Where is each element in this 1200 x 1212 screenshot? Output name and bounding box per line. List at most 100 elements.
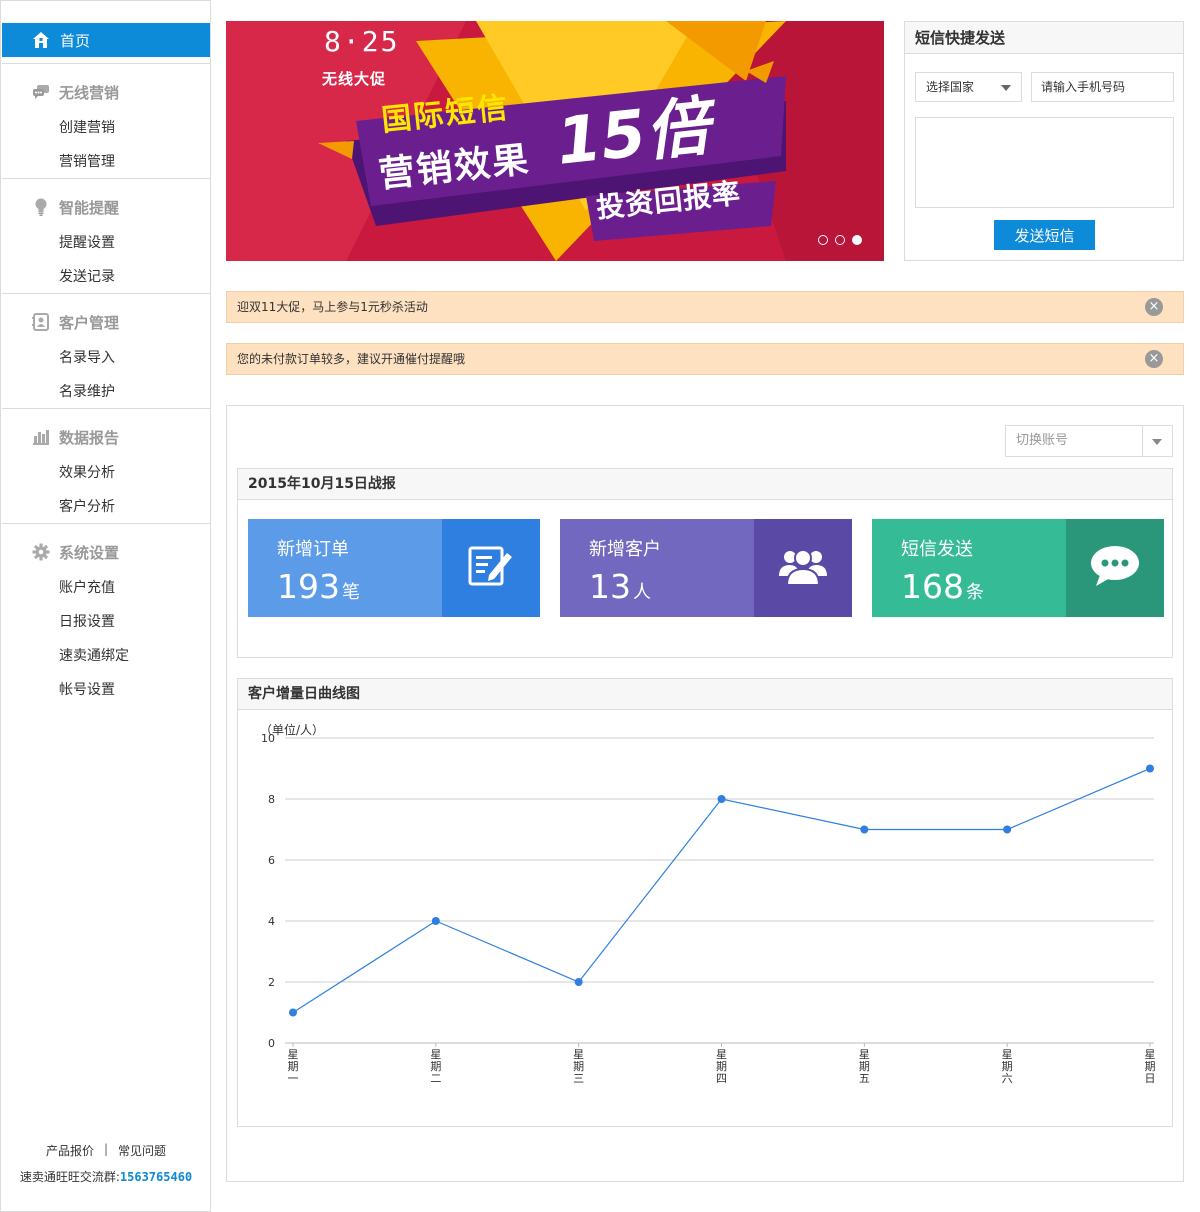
carousel-dots: [818, 235, 862, 245]
stat-value: 13: [589, 567, 631, 606]
stat-value: 168: [901, 567, 964, 606]
nav-group-head[interactable]: 无线营销: [2, 74, 210, 110]
data-point: [431, 917, 440, 925]
stat-card-body: 新增订单 193 笔: [248, 519, 442, 617]
country-select[interactable]: 选择国家: [915, 72, 1022, 102]
nav-group-data-report: 数据报告 效果分析 客户分析: [2, 408, 210, 523]
stat-card-customers[interactable]: 新增客户 13 人: [560, 519, 852, 617]
banner-date: 8·25: [324, 25, 400, 58]
stat-label: 新增订单: [277, 539, 349, 560]
nav-group-title: 智能提醒: [59, 198, 120, 217]
sms-quick-send-panel: 短信快捷发送 选择国家 发送短信: [904, 21, 1184, 261]
y-tick-label: 0: [268, 1037, 275, 1050]
nav-group-head[interactable]: 客户管理: [2, 304, 210, 340]
dashboard-panel: 切换账号 2015年10月15日战报 新增订单 193笔 新增客户 13人: [226, 405, 1184, 1182]
sidebar-item-list-import[interactable]: 名录导入: [2, 340, 210, 374]
nav-group-head[interactable]: 智能提醒: [2, 189, 210, 225]
stat-card-body: 短信发送 168 条: [872, 519, 1066, 617]
daily-report-box: 2015年10月15日战报 新增订单 193 笔 新增客户 13 人 短信发送 …: [237, 468, 1173, 658]
notice-text: 您的未付款订单较多，建议开通催付提醒哦: [237, 352, 466, 366]
group-number: 1563765460: [119, 1170, 193, 1184]
phone-input[interactable]: [1031, 72, 1174, 102]
data-point: [1003, 825, 1012, 834]
chevron-down-icon: [1001, 85, 1011, 91]
send-sms-button[interactable]: 发送短信: [994, 220, 1095, 250]
x-tick-label-char: 四: [716, 1072, 727, 1085]
stat-unit: 条: [966, 582, 984, 603]
sms-panel-title: 短信快捷发送: [905, 22, 1183, 54]
stat-icon-box: [754, 519, 852, 617]
sidebar-item-list-maintain[interactable]: 名录维护: [2, 374, 210, 408]
stat-card-sms[interactable]: 短信发送 168 条: [872, 519, 1164, 617]
data-point: [1146, 764, 1154, 773]
stat-unit: 笔: [342, 582, 360, 603]
data-point: [574, 978, 583, 986]
account-switch-placeholder: 切换账号: [1016, 433, 1069, 448]
sidebar-item-aliexpress-bind[interactable]: 速卖通绑定: [2, 638, 210, 672]
gear-icon: [32, 543, 50, 561]
nav-group-system-settings: 系统设置 账户充值 日报设置 速卖通绑定 帐号设置: [2, 523, 210, 706]
data-point: [717, 795, 726, 803]
nav-group-head[interactable]: 系统设置: [2, 534, 210, 570]
sidebar-item-account-settings[interactable]: 帐号设置: [2, 672, 210, 706]
y-tick-label: 2: [268, 976, 275, 989]
carousel-dot-active[interactable]: [852, 235, 862, 245]
nav-group-customer-manage: 客户管理 名录导入 名录维护: [2, 293, 210, 408]
stat-card-orders[interactable]: 新增订单 193 笔: [248, 519, 540, 617]
chat-bubbles-icon: [32, 83, 50, 101]
customer-growth-chart-box: 客户增量日曲线图 （单位/人） 0 2 4 6 8 10 星期一星期二星期三星期四星期五星期…: [237, 678, 1173, 1127]
sidebar-item-send-records[interactable]: 发送记录: [2, 259, 210, 293]
nav-group-title: 无线营销: [59, 83, 120, 102]
group-label: 速卖通旺旺交流群:: [19, 1170, 120, 1184]
carousel-dot[interactable]: [835, 235, 845, 245]
carousel-dot[interactable]: [818, 235, 828, 245]
stat-value-row: 168 条: [901, 569, 1066, 611]
sidebar: 首页 无线营销 创建营销 营销管理 智能提醒 提醒设置 发送记录 客户管理 名录…: [0, 0, 211, 1212]
bar-chart-icon: [32, 428, 50, 446]
nav-group-title: 客户管理: [59, 313, 120, 332]
nav-group-title: 数据报告: [59, 428, 120, 447]
stat-icon-box: [1066, 519, 1164, 617]
nav-group-head[interactable]: 数据报告: [2, 419, 210, 455]
x-tick-label-char: 三: [573, 1072, 584, 1085]
banner-multiplier: 15倍: [553, 90, 714, 180]
users-group-icon: [778, 546, 828, 590]
sidebar-item-reminder-settings[interactable]: 提醒设置: [2, 225, 210, 259]
nav-group-title: 系统设置: [59, 543, 120, 562]
faq-link[interactable]: 常见问题: [118, 1142, 166, 1159]
close-icon[interactable]: ×: [1145, 350, 1163, 368]
nav-home[interactable]: 首页: [2, 23, 210, 57]
pricing-link[interactable]: 产品报价: [46, 1142, 94, 1159]
stat-label: 新增客户: [589, 539, 661, 560]
chevron-down-icon: [1152, 439, 1162, 445]
nav-group-wireless-marketing: 无线营销 创建营销 营销管理: [2, 63, 210, 178]
sidebar-item-create-marketing[interactable]: 创建营销: [2, 110, 210, 144]
x-tick-label-char: 六: [1002, 1072, 1013, 1085]
y-tick-label: 6: [268, 854, 275, 867]
banner-promo-label: 无线大促: [322, 70, 387, 88]
sidebar-item-marketing-manage[interactable]: 营销管理: [2, 144, 210, 178]
chat-bubble-icon: [1090, 545, 1140, 591]
x-tick-label-char: 一: [288, 1072, 299, 1085]
y-tick-label: 4: [268, 915, 275, 928]
promo-banner[interactable]: 8·25 无线大促 国际短信 营销效果 15倍 投资回报率: [226, 21, 884, 261]
stat-card-body: 新增客户 13 人: [560, 519, 754, 617]
data-point: [289, 1008, 297, 1017]
sms-message-textarea[interactable]: [915, 117, 1174, 208]
x-tick-label-char: 二: [430, 1072, 441, 1085]
close-icon[interactable]: ×: [1145, 298, 1163, 316]
nav-home-label: 首页: [60, 31, 91, 50]
sidebar-item-effect-analysis[interactable]: 效果分析: [2, 455, 210, 489]
y-tick-label: 10: [261, 732, 275, 745]
y-tick-label: 8: [268, 793, 275, 806]
account-switch-select[interactable]: 切换账号: [1005, 425, 1173, 457]
stat-value-row: 13 人: [589, 569, 754, 611]
line-chart: 0246810星期一星期二星期三星期四星期五星期六星期日: [261, 732, 1156, 1085]
notice-text: 迎双11大促，马上参与1元秒杀活动: [237, 300, 428, 314]
sidebar-item-recharge[interactable]: 账户充值: [2, 570, 210, 604]
sidebar-item-daily-report[interactable]: 日报设置: [2, 604, 210, 638]
x-tick-label-char: 五: [859, 1072, 870, 1085]
x-tick-label-char: 日: [1145, 1072, 1156, 1085]
sidebar-item-customer-analysis[interactable]: 客户分析: [2, 489, 210, 523]
sidebar-footer: 产品报价 | 常见问题 速卖通旺旺交流群:1563765460: [2, 1142, 210, 1185]
